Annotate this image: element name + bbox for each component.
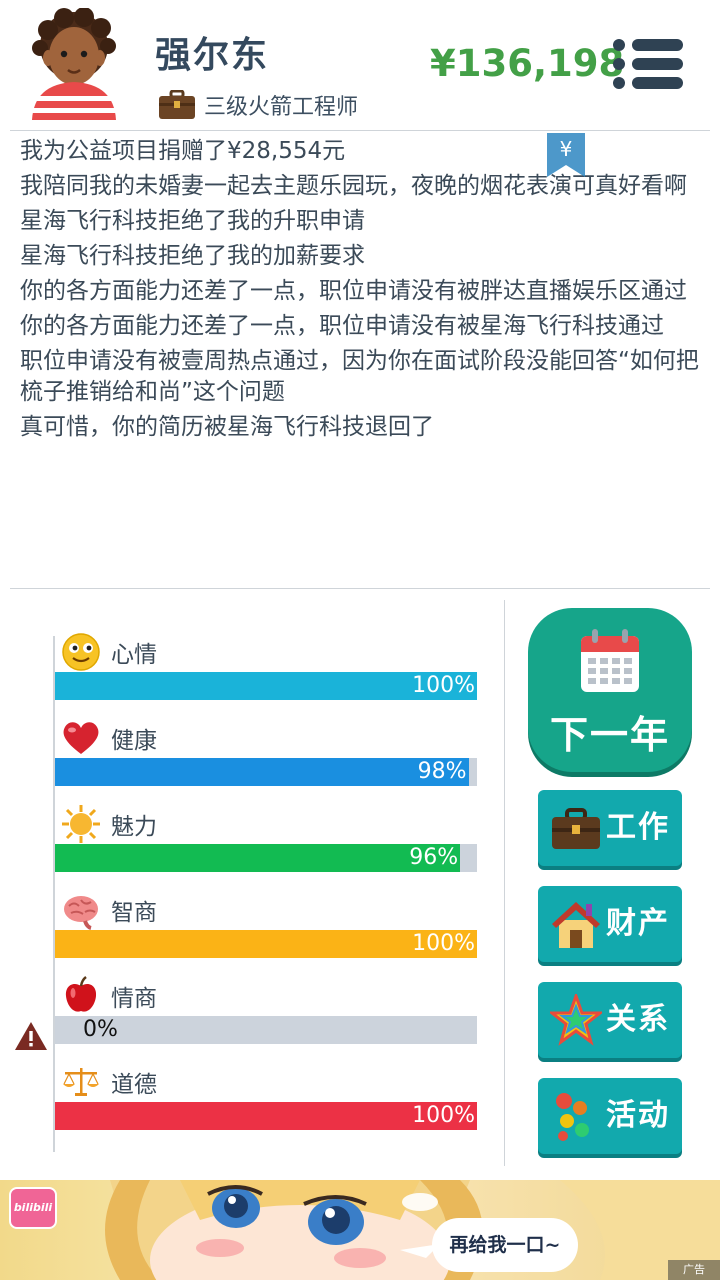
activity-button[interactable]: 活动 bbox=[538, 1078, 682, 1154]
section-divider bbox=[10, 588, 710, 589]
bookmark-symbol: ¥ bbox=[560, 137, 573, 161]
relations-button[interactable]: 关系 bbox=[538, 982, 682, 1058]
stat-percent: 100% bbox=[412, 931, 475, 956]
star-icon bbox=[550, 994, 602, 1046]
next-year-label: 下一年 bbox=[549, 713, 670, 757]
ad-tag[interactable]: 广告 bbox=[668, 1260, 720, 1280]
menu-icon[interactable] bbox=[612, 38, 684, 90]
stat-bar-fill bbox=[55, 758, 469, 786]
ad-banner[interactable]: bilibili 再给我一口~ bbox=[0, 1180, 720, 1280]
stat-percent: 98% bbox=[417, 759, 467, 784]
stat-percent: 0% bbox=[83, 1017, 118, 1042]
log-entry: 星海飞行科技拒绝了我的升职申请 bbox=[20, 208, 365, 234]
header: 强尔东 三级火箭工程师 ¥136,198 bbox=[0, 0, 720, 130]
anime-girl-illustration bbox=[105, 1180, 720, 1280]
log-entry: 你的各方面能力还差了一点，职位申请没有被胖达直播娱乐区通过 bbox=[20, 278, 687, 304]
warning-icon[interactable] bbox=[14, 1020, 48, 1052]
stat-percent: 100% bbox=[412, 673, 475, 698]
job-title: 三级火箭工程师 bbox=[204, 95, 359, 120]
stat-mood: 心情 100% bbox=[55, 632, 477, 718]
log-entry: 我为公益项目捐赠了¥28,554元 bbox=[20, 138, 346, 164]
log-entry: 我陪同我的未婚妻一起去主题乐园玩，夜晚的烟花表演可真好看啊 bbox=[20, 173, 687, 199]
stat-iq: 智商 100% bbox=[55, 890, 477, 976]
stat-label: 心情 bbox=[111, 642, 157, 668]
stat-bar: 100% bbox=[55, 1102, 477, 1130]
stat-label: 智商 bbox=[111, 900, 157, 926]
scales-icon bbox=[63, 1068, 99, 1096]
stat-label: 道德 bbox=[111, 1072, 157, 1098]
player-name: 强尔东 bbox=[155, 35, 270, 76]
activity-label: 活动 bbox=[606, 1098, 670, 1133]
heart-icon bbox=[63, 722, 99, 754]
stat-bar-fill bbox=[55, 844, 461, 872]
avatar[interactable] bbox=[28, 8, 120, 120]
stat-percent: 100% bbox=[412, 1103, 475, 1128]
smiley-icon bbox=[62, 633, 100, 671]
log-entry: 真可惜，你的简历被星海飞行科技退回了 bbox=[20, 414, 434, 440]
ad-speech-bubble: 再给我一口~ bbox=[432, 1218, 578, 1272]
money-balance: ¥136,198 bbox=[430, 42, 625, 85]
log-entry: 职位申请没有被壹周热点通过，因为你在面试阶段没能回答“如何把梳子推销给和尚”这个… bbox=[20, 348, 699, 405]
stat-bar: 0% bbox=[55, 1016, 477, 1044]
stat-bar: 100% bbox=[55, 672, 477, 700]
apple-icon bbox=[65, 976, 97, 1012]
calendar-icon bbox=[581, 629, 639, 692]
property-button[interactable]: 财产 bbox=[538, 886, 682, 962]
event-log[interactable]: 我为公益项目捐赠了¥28,554元 我陪同我的未婚妻一起去主题乐园玩，夜晚的烟花… bbox=[20, 136, 700, 447]
stat-label: 魅力 bbox=[111, 814, 157, 840]
stat-bar: 96% bbox=[55, 844, 477, 872]
sun-icon bbox=[62, 805, 100, 843]
stat-morality: 道德 100% bbox=[55, 1062, 477, 1148]
brain-icon bbox=[64, 896, 98, 930]
work-button[interactable]: 工作 bbox=[538, 790, 682, 866]
log-entry: 你的各方面能力还差了一点，职位申请没有被星海飞行科技通过 bbox=[20, 313, 664, 339]
stat-bar: 100% bbox=[55, 930, 477, 958]
stat-eq: 情商 0% bbox=[55, 976, 477, 1062]
briefcase-icon bbox=[552, 808, 600, 849]
stat-charm: 魅力 96% bbox=[55, 804, 477, 890]
activity-icon bbox=[556, 1093, 589, 1141]
stat-label: 情商 bbox=[111, 986, 157, 1012]
column-divider bbox=[504, 600, 505, 1166]
stat-percent: 96% bbox=[409, 845, 459, 870]
next-year-button[interactable]: 下一年 bbox=[528, 608, 692, 772]
property-label: 财产 bbox=[606, 906, 670, 941]
work-label: 工作 bbox=[606, 810, 670, 845]
bilibili-logo: bilibili bbox=[9, 1187, 57, 1229]
stat-health: 健康 98% bbox=[55, 718, 477, 804]
header-divider bbox=[10, 130, 710, 131]
job-info: 三级火箭工程师 bbox=[158, 88, 358, 122]
log-entry: 星海飞行科技拒绝了我的加薪要求 bbox=[20, 243, 365, 269]
relations-label: 关系 bbox=[606, 1002, 670, 1037]
briefcase-icon bbox=[159, 90, 195, 119]
house-icon bbox=[552, 902, 600, 948]
stat-bar: 98% bbox=[55, 758, 477, 786]
money-bookmark-icon[interactable]: ¥ bbox=[547, 133, 585, 177]
stat-label: 健康 bbox=[111, 728, 157, 754]
